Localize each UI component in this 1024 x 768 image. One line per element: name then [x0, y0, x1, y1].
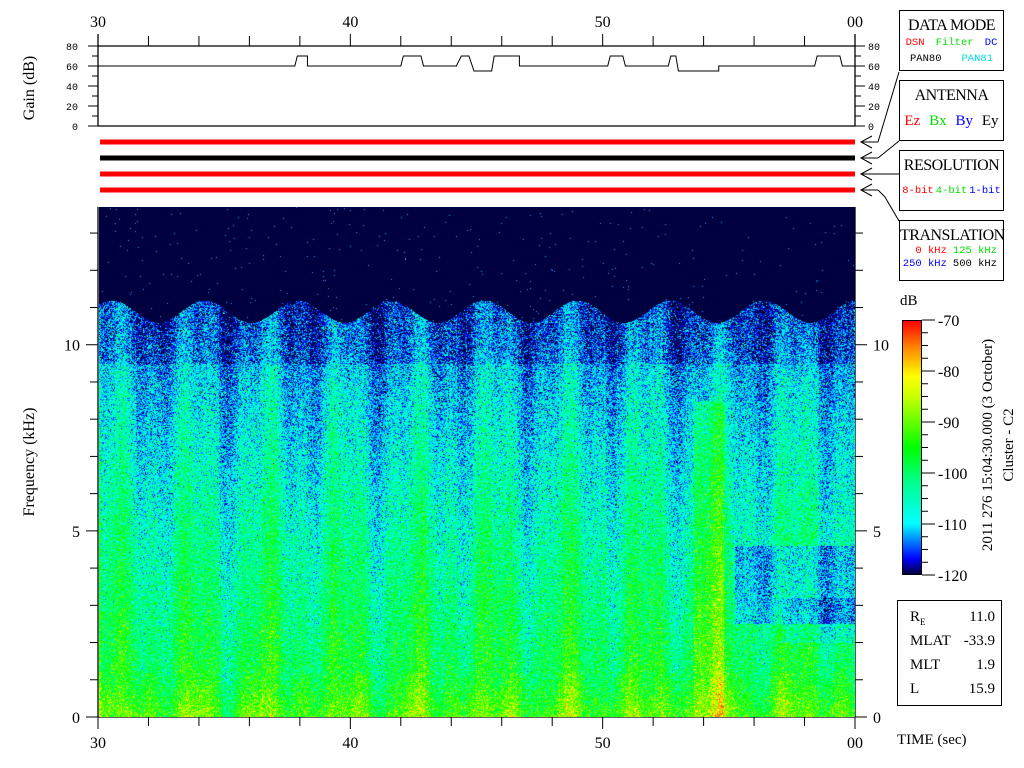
colorbar-label: -70: [938, 313, 959, 330]
position-info-box: RE 11.0 MLAT -33.9 MLT 1.9 L 15.9: [897, 600, 1002, 706]
colorbar-label: -90: [938, 415, 959, 432]
freq-axis-title: Frequency (kHz): [21, 408, 38, 517]
legend-4bit: 4-bit: [935, 185, 968, 197]
resolution-title: RESOLUTION: [903, 157, 1000, 174]
colorbar: [902, 320, 922, 575]
gain-left-label: 40: [66, 83, 78, 94]
antenna-legend: ANTENNA Ez Bx By Ey: [899, 80, 1004, 141]
gain-left-label: 0: [72, 123, 78, 134]
colorbar-unit: dB: [900, 293, 918, 309]
resolution-legend: RESOLUTION 8-bit 4-bit 1-bit: [899, 150, 1004, 211]
spectrogram-heatmap: [99, 207, 855, 717]
legend-ez: Ez: [904, 113, 921, 129]
freq-left-label: 0: [72, 710, 80, 727]
status-bar: [100, 187, 855, 193]
top-time-label: 00: [847, 14, 863, 31]
status-bar: [100, 171, 855, 177]
re-label: RE: [910, 609, 926, 627]
legend-250khz: 250 kHz: [902, 258, 947, 270]
gain-left-label: 60: [66, 63, 78, 74]
data-mode-title: DATA MODE: [907, 17, 996, 34]
status-bar: [100, 139, 855, 145]
gain-right-label: 60: [868, 63, 880, 74]
status-bar: [100, 155, 855, 161]
bottom-time-label: 40: [342, 735, 358, 752]
bottom-time-label: 00: [847, 735, 863, 752]
data-mode-legend: DATA MODE DSN Filter DC PAN80 PAN81: [899, 10, 1004, 71]
top-time-label: 30: [90, 14, 106, 31]
spectrogram-figure: 30 40 50 00 0 0 20 20 40 40 60 60 80 80 Gain (dB) 0 0 5 5 1…: [0, 0, 1024, 768]
freq-left-label: 10: [64, 338, 80, 355]
bottom-time-label: 50: [595, 735, 611, 752]
l-value: 15.9: [968, 681, 995, 697]
translation-title: TRANSLATION: [900, 227, 1005, 244]
timestamp-label: 2011 276 15:04:30.000 (3 October): [980, 339, 996, 551]
legend-by: By: [955, 113, 973, 129]
connector-antenna: [877, 140, 900, 159]
legend-1bit: 1-bit: [969, 185, 1001, 197]
legend-ey: Ey: [981, 113, 999, 129]
l-label: L: [910, 681, 920, 697]
legend-8bit: 8-bit: [902, 185, 934, 197]
gain-left-label: 80: [66, 43, 78, 54]
gain-left-label: 20: [66, 103, 78, 114]
mlat-value: -33.9: [963, 633, 995, 649]
translation-legend: TRANSLATION 0 kHz 125 kHz 250 kHz 500 kH…: [899, 220, 1005, 281]
gain-right-label: 20: [868, 103, 880, 114]
top-time-label: 50: [595, 14, 611, 31]
mlat-label: MLAT: [910, 633, 951, 649]
gain-axis-title: Gain (dB): [21, 56, 38, 120]
colorbar-label: -100: [938, 466, 967, 483]
gain-right-label: 0: [868, 123, 874, 134]
legend-pan81: PAN81: [961, 53, 993, 65]
gain-right-label: 40: [868, 83, 880, 94]
colorbar-label: -80: [938, 364, 959, 381]
spacecraft-label: Cluster - C2: [1001, 408, 1017, 481]
bottom-time-label: 30: [90, 735, 106, 752]
freq-right-label: 5: [873, 524, 881, 541]
freq-right-label: 10: [873, 338, 889, 355]
legend-bx: Bx: [929, 113, 947, 129]
antenna-title: ANTENNA: [914, 87, 989, 104]
gain-right-label: 80: [868, 43, 880, 54]
legend-dsn: DSN: [905, 37, 925, 49]
legend-dc: DC: [984, 37, 998, 49]
mlt-label: MLT: [910, 657, 941, 673]
time-axis-title: TIME (sec): [897, 732, 967, 748]
re-value: 11.0: [969, 609, 995, 625]
legend-0khz: 0 kHz: [915, 245, 947, 257]
legend-125khz: 125 kHz: [952, 245, 997, 257]
legend-500khz: 500 kHz: [952, 258, 997, 270]
freq-left-label: 5: [72, 524, 80, 541]
gain-trace: [98, 55, 855, 72]
mlt-value: 1.9: [976, 657, 995, 673]
colorbar-label: -120: [938, 568, 967, 585]
connector-translation: [877, 189, 900, 222]
colorbar-label: -110: [938, 517, 967, 534]
top-time-label: 40: [342, 14, 358, 31]
legend-pan80: PAN80: [909, 53, 942, 65]
legend-filter: Filter: [935, 37, 974, 49]
freq-right-label: 0: [873, 710, 881, 727]
connector-data-mode: [877, 71, 900, 143]
